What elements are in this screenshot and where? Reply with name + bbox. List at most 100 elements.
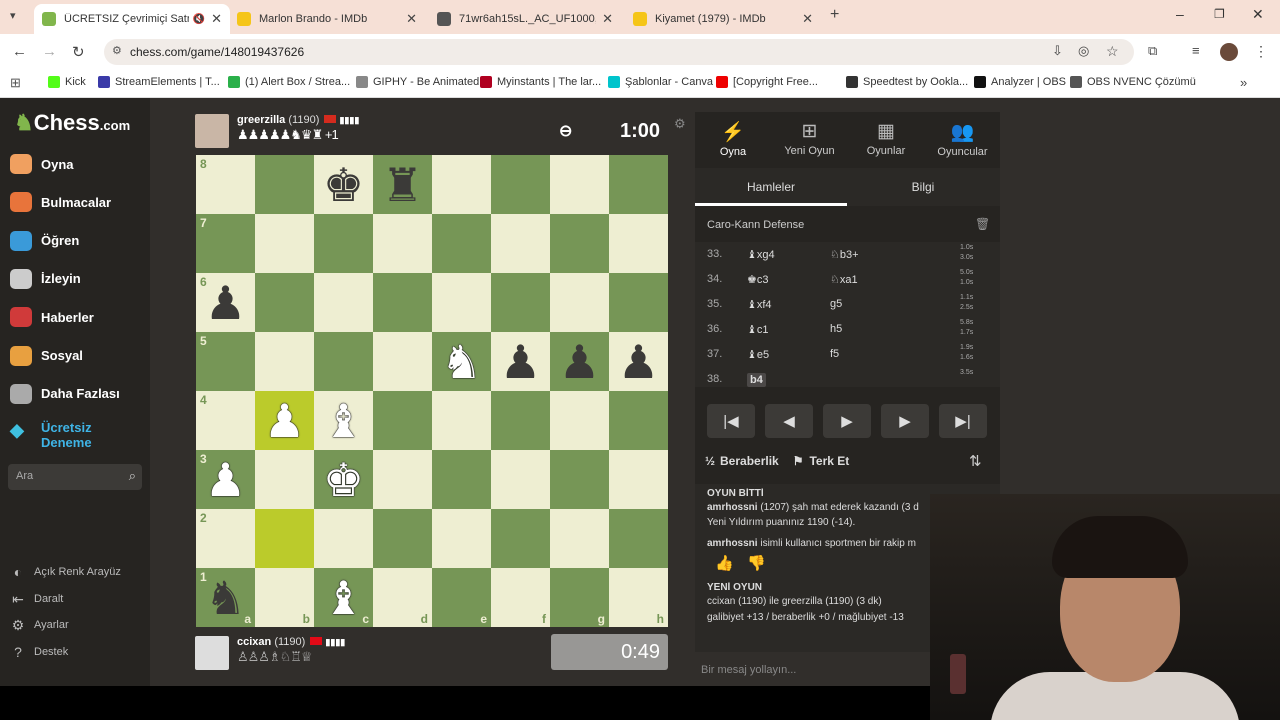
board-square[interactable] <box>255 155 314 214</box>
sidebar-item-trial[interactable]: ◆ Ücretsiz Deneme <box>10 420 121 450</box>
board-square[interactable]: ♚ <box>314 450 373 509</box>
bookmark-item[interactable]: GIPHY - Be Animated <box>356 76 479 88</box>
bookmark-item[interactable]: Speedtest by Ookla... <box>846 76 968 88</box>
sidebar-footer-item[interactable]: ⚙ Ayarlar <box>10 617 69 633</box>
previous-move-button[interactable]: ◀ <box>765 404 813 438</box>
bookmark-item[interactable]: OBS NVENC Çözümü <box>1070 76 1196 88</box>
white-move[interactable]: ♝c1 <box>747 323 768 336</box>
black-move[interactable]: g5 <box>830 298 842 310</box>
board-square[interactable]: ♟ <box>255 391 314 450</box>
board-square[interactable] <box>491 273 550 332</box>
thumbs-down-icon[interactable]: 👎 <box>747 554 766 572</box>
board-settings-icon[interactable]: ⚙ <box>674 116 686 132</box>
tab-moves[interactable]: Hamleler <box>695 180 847 194</box>
board-square[interactable] <box>432 155 491 214</box>
next-move-button[interactable]: ▶ <box>881 404 929 438</box>
board-square[interactable]: 7 <box>196 214 255 273</box>
back-icon[interactable]: ← <box>12 43 27 60</box>
board-square[interactable] <box>314 214 373 273</box>
board-square[interactable] <box>373 332 432 391</box>
restore-icon[interactable]: ❐ <box>1214 7 1225 21</box>
black-move[interactable]: ♘xa1 <box>830 273 858 286</box>
board-square[interactable]: ♟ <box>550 332 609 391</box>
chess-logo[interactable]: ♞Chess.com <box>14 110 130 136</box>
bookmark-item[interactable]: Myinstants | The lar... <box>480 76 601 88</box>
install-icon[interactable]: ⇩ <box>1052 43 1063 59</box>
search-input[interactable]: Ara ⌕ <box>8 464 142 490</box>
top-player-name-line[interactable]: greerzilla (1190) ▮▮▮▮ <box>237 114 359 126</box>
black-rook-piece[interactable]: ♜ <box>382 162 423 208</box>
first-move-button[interactable]: |◀ <box>707 404 755 438</box>
chess-board[interactable]: 8 ♚ ♜ 7 6 ♟ 5 ♞ ♟ ♟ ♟ 4 ♟ ♝ 3 ♟ ♚ 2 1 a ♞ b c ♝ d e f g h <box>196 155 668 627</box>
board-square[interactable]: e <box>432 568 491 627</box>
draw-button[interactable]: Beraberlik <box>720 454 779 468</box>
sidebar-item-0[interactable]: Oyna <box>10 154 74 174</box>
black-pawn-piece[interactable]: ♟ <box>205 280 246 326</box>
board-square[interactable] <box>432 509 491 568</box>
white-pawn-piece[interactable]: ♟ <box>205 457 246 503</box>
board-square[interactable]: 4 <box>196 391 255 450</box>
board-square[interactable]: 3 ♟ <box>196 450 255 509</box>
board-square[interactable]: c ♝ <box>314 568 373 627</box>
board-square[interactable]: b <box>255 568 314 627</box>
browser-tab[interactable]: Kiyamet (1979) - IMDb ✕ <box>625 4 821 34</box>
board-square[interactable] <box>609 509 668 568</box>
black-pawn-piece[interactable]: ♟ <box>559 339 600 385</box>
resign-button[interactable]: Terk Et <box>809 454 849 468</box>
more-bookmarks-icon[interactable]: » <box>1240 75 1247 90</box>
white-move[interactable]: ♝xg4 <box>747 248 775 261</box>
search-icon[interactable]: ⌕ <box>129 468 136 484</box>
browser-tab[interactable]: ÜCRETSIZ Çevrimiçi Satranç 🔇 ✕ <box>34 4 230 34</box>
board-square[interactable]: 6 ♟ <box>196 273 255 332</box>
thumbs-up-icon[interactable]: 👍 <box>715 554 734 572</box>
board-square[interactable] <box>432 450 491 509</box>
panel-tab-1[interactable]: ⊞ Yeni Oyun <box>772 120 848 157</box>
sidebar-footer-item[interactable]: ? Destek <box>10 644 68 660</box>
board-square[interactable]: h <box>609 568 668 627</box>
board-square[interactable] <box>609 155 668 214</box>
board-square[interactable] <box>550 273 609 332</box>
sidebar-item-3[interactable]: İzleyin <box>10 268 81 289</box>
tab-close-icon[interactable]: ✕ <box>406 11 417 27</box>
browser-tab[interactable]: 71wr6ah15sL._AC_UF1000,1000 ✕ <box>429 4 621 34</box>
board-square[interactable]: g <box>550 568 609 627</box>
board-square[interactable] <box>550 509 609 568</box>
forward-icon[interactable]: → <box>42 43 57 60</box>
close-window-icon[interactable]: ✕ <box>1252 6 1264 23</box>
board-square[interactable] <box>255 509 314 568</box>
board-square[interactable] <box>432 273 491 332</box>
sidebar-item-1[interactable]: Bulmacalar <box>10 192 111 213</box>
browser-tab[interactable]: Marlon Brando - IMDb ✕ <box>229 4 425 34</box>
top-player-name[interactable]: greerzilla <box>237 114 285 126</box>
black-pawn-piece[interactable]: ♟ <box>500 339 541 385</box>
board-square[interactable] <box>491 155 550 214</box>
bookmark-item[interactable]: Analyzer | OBS <box>974 76 1066 88</box>
site-info-icon[interactable]: ⚙ <box>112 44 122 57</box>
panel-tab-0[interactable]: ⚡ Oyna <box>695 120 771 158</box>
board-square[interactable]: 5 <box>196 332 255 391</box>
bottom-player-name[interactable]: ccixan <box>237 636 271 648</box>
bottom-player-avatar[interactable] <box>195 636 229 670</box>
reload-icon[interactable]: ↻ <box>72 43 85 61</box>
board-square[interactable] <box>255 214 314 273</box>
board-square[interactable]: 2 <box>196 509 255 568</box>
minimize-icon[interactable]: – <box>1176 6 1184 22</box>
board-square[interactable] <box>609 391 668 450</box>
board-square[interactable] <box>255 273 314 332</box>
board-square[interactable] <box>491 450 550 509</box>
menu-icon[interactable]: ⋮ <box>1254 43 1268 60</box>
flip-board-icon[interactable]: ⇅ <box>969 452 982 470</box>
new-tab-button[interactable]: + <box>830 6 839 24</box>
board-square[interactable] <box>609 273 668 332</box>
sidebar-footer-item[interactable]: ⇤ Daralt <box>10 591 63 607</box>
board-square[interactable] <box>550 391 609 450</box>
board-square[interactable] <box>491 509 550 568</box>
white-knight-piece[interactable]: ♞ <box>441 339 482 385</box>
board-square[interactable] <box>373 273 432 332</box>
board-square[interactable] <box>609 214 668 273</box>
board-square[interactable] <box>491 391 550 450</box>
board-square[interactable]: ♞ <box>432 332 491 391</box>
winner-name[interactable]: amrhossni <box>707 502 758 513</box>
sidebar-item-5[interactable]: Sosyal <box>10 345 83 366</box>
board-square[interactable] <box>373 450 432 509</box>
